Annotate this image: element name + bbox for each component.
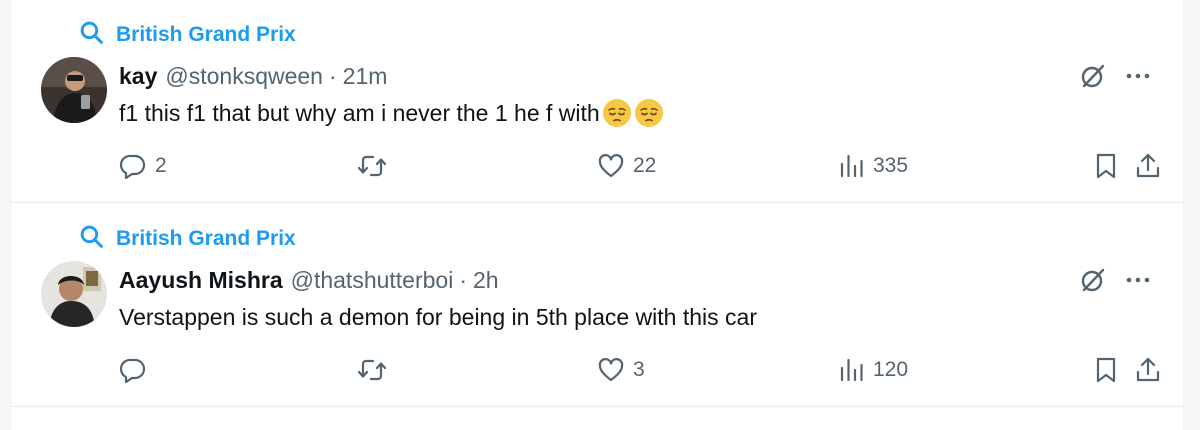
heart-icon bbox=[597, 152, 625, 180]
bookmark-button[interactable] bbox=[1093, 148, 1119, 184]
share-button[interactable] bbox=[1135, 148, 1161, 184]
bookmark-icon bbox=[1093, 152, 1119, 180]
avatar[interactable] bbox=[41, 261, 107, 327]
views-bar-chart-icon bbox=[839, 356, 865, 384]
like-count: 22 bbox=[633, 154, 657, 177]
views-button[interactable]: 120 bbox=[839, 352, 908, 388]
separator-dot: · bbox=[459, 266, 467, 293]
tweet-context[interactable]: British Grand Prix bbox=[79, 21, 296, 49]
heart-icon bbox=[597, 356, 625, 384]
tweet-top-actions bbox=[1079, 266, 1151, 294]
like-button[interactable]: 3 bbox=[597, 352, 645, 388]
tweet-top-actions bbox=[1079, 62, 1151, 90]
author-name[interactable]: Aayush Mishra bbox=[119, 267, 283, 294]
tweet-header: kay @stonksqween · 21m bbox=[119, 61, 387, 91]
tweet-time[interactable]: 2h bbox=[473, 267, 499, 294]
pensive-face-emoji bbox=[634, 98, 664, 128]
timeline-feed: British Grand Prix kay @stonksqween · 21… bbox=[10, 0, 1184, 430]
tweet[interactable]: British Grand Prix Aayush Mishra @thatsh… bbox=[11, 204, 1183, 407]
retweet-button[interactable] bbox=[357, 148, 395, 184]
like-count: 3 bbox=[633, 358, 645, 381]
share-upload-icon bbox=[1135, 152, 1161, 180]
bookmark-button[interactable] bbox=[1093, 352, 1119, 388]
tweet-context[interactable]: British Grand Prix bbox=[79, 225, 296, 253]
bookmark-icon bbox=[1093, 356, 1119, 384]
separator-dot: · bbox=[328, 62, 337, 89]
context-label: British Grand Prix bbox=[116, 227, 296, 250]
like-button[interactable]: 22 bbox=[597, 148, 656, 184]
author-name[interactable]: kay bbox=[119, 63, 157, 90]
tweet[interactable]: British Grand Prix kay @stonksqween · 21… bbox=[11, 0, 1183, 203]
retweet-button[interactable] bbox=[357, 352, 395, 388]
retweet-icon bbox=[357, 152, 387, 180]
tweet-text: f1 this f1 that but why am i never the 1… bbox=[119, 97, 664, 129]
views-bar-chart-icon bbox=[839, 152, 865, 180]
share-button[interactable] bbox=[1135, 352, 1161, 388]
pensive-face-emoji bbox=[602, 98, 632, 128]
avatar[interactable] bbox=[41, 57, 107, 123]
context-label: British Grand Prix bbox=[116, 23, 296, 46]
reply-count: 2 bbox=[155, 154, 167, 177]
tweet-actions: 3 120 bbox=[119, 352, 1161, 388]
reply-button[interactable]: 2 bbox=[119, 148, 167, 184]
grok-slash-icon[interactable] bbox=[1079, 62, 1107, 90]
more-dots-icon[interactable] bbox=[1125, 267, 1151, 293]
tweet-partial[interactable] bbox=[11, 408, 1183, 430]
tweet-text: Verstappen is such a demon for being in … bbox=[119, 301, 757, 333]
views-button[interactable]: 335 bbox=[839, 148, 908, 184]
author-handle[interactable]: @thatshutterboi bbox=[291, 267, 454, 294]
view-count: 120 bbox=[873, 358, 909, 381]
grok-slash-icon[interactable] bbox=[1079, 266, 1107, 294]
tweet-text-content: f1 this f1 that but why am i never the 1… bbox=[119, 99, 600, 126]
author-handle[interactable]: @stonksqween bbox=[165, 63, 323, 90]
retweet-icon bbox=[357, 356, 387, 384]
view-count: 335 bbox=[873, 154, 909, 177]
tweet-time[interactable]: 21m bbox=[343, 63, 388, 90]
tweet-actions: 2 22 335 bbox=[119, 148, 1161, 184]
tweet-header: Aayush Mishra @thatshutterboi · 2h bbox=[119, 265, 499, 295]
reply-bubble-icon bbox=[119, 152, 147, 180]
search-icon bbox=[79, 20, 104, 51]
search-icon bbox=[79, 224, 104, 255]
more-dots-icon[interactable] bbox=[1125, 63, 1151, 89]
share-upload-icon bbox=[1135, 356, 1161, 384]
tweet-text-content: Verstappen is such a demon for being in … bbox=[119, 303, 757, 330]
reply-button[interactable] bbox=[119, 352, 155, 388]
reply-bubble-icon bbox=[119, 356, 147, 384]
